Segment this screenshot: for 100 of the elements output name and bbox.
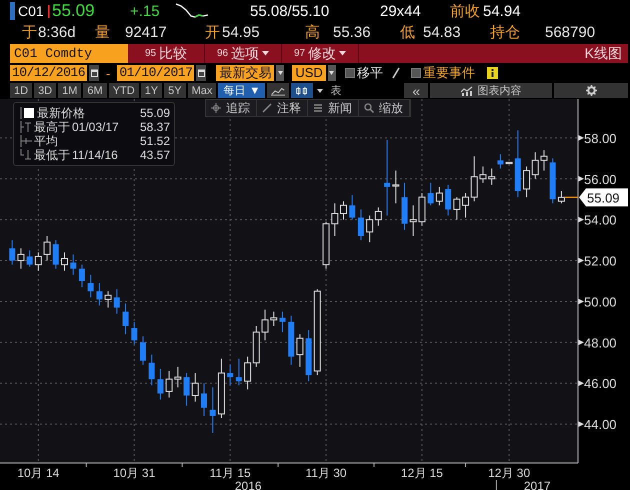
chart-tool-button[interactable]: 注释 xyxy=(257,100,308,116)
candlestick xyxy=(148,354,155,386)
dropdown-button[interactable] xyxy=(328,65,336,81)
chart-tool-button[interactable]: 新闻 xyxy=(308,100,359,116)
chart-tool-button[interactable]: 追踪 xyxy=(206,100,257,116)
function-title: K线图 xyxy=(584,44,622,62)
candlestick xyxy=(436,186,443,206)
axis-label: 58.00 xyxy=(584,130,617,146)
square-icon xyxy=(18,107,35,119)
candlestick xyxy=(52,240,59,270)
period-button[interactable]: 1M xyxy=(58,83,82,98)
period-button[interactable]: 1D xyxy=(10,83,32,98)
field-value: 92417 xyxy=(125,24,167,41)
low-marker-icon xyxy=(18,149,32,161)
candlestick xyxy=(122,303,129,335)
candlestick xyxy=(402,182,408,230)
legend-date: 11/14/16 xyxy=(72,148,118,162)
axis-label: 11月 15 xyxy=(210,466,251,480)
menu-button[interactable]: 97 修改 xyxy=(282,44,359,63)
year-label: 2017 xyxy=(524,479,551,490)
price-source-dropdown[interactable]: 最新交易 xyxy=(216,65,274,81)
candlestick xyxy=(61,252,68,272)
menu-button[interactable]: 95 比较 xyxy=(128,44,205,63)
candlestick xyxy=(358,208,364,241)
field-label: 持仓 xyxy=(490,23,520,42)
candlestick xyxy=(540,150,548,172)
frequency-dropdown[interactable]: 每日 ▼ xyxy=(218,83,266,98)
candlestick xyxy=(210,386,216,434)
candlestick xyxy=(296,334,304,368)
checkbox-label: 移平 xyxy=(356,64,383,82)
field-value: 54.94 xyxy=(483,2,521,20)
candlestick xyxy=(192,372,199,402)
candlestick xyxy=(96,282,102,306)
candlestick xyxy=(453,196,460,220)
field-label: 量 xyxy=(95,23,110,42)
candlestick xyxy=(227,364,234,386)
candlestick xyxy=(514,130,521,198)
candlestick xyxy=(70,254,76,276)
pencil-icon[interactable] xyxy=(390,67,401,79)
chart-type-button[interactable] xyxy=(267,83,290,98)
chart-type-button[interactable] xyxy=(291,83,314,98)
year-label: 2016 xyxy=(234,479,262,490)
candlestick-icon xyxy=(295,84,310,96)
candlestick xyxy=(550,158,556,204)
candlestick xyxy=(131,321,138,345)
candlestick xyxy=(114,288,120,314)
price-change: +.15 xyxy=(130,2,160,20)
axis-label: 10月 31 xyxy=(113,466,156,480)
high-marker-icon xyxy=(18,121,32,133)
chart-contents-button[interactable]: 图表内容 xyxy=(430,83,552,98)
candlestick xyxy=(306,330,312,382)
candlestick xyxy=(26,250,33,268)
field-label: 低 xyxy=(400,23,415,42)
period-button[interactable]: 5Y xyxy=(164,83,186,98)
period-button[interactable]: YTD xyxy=(108,83,139,98)
field-label: 开 xyxy=(205,23,220,42)
candlestick xyxy=(506,162,513,164)
legend-value: 51.52 xyxy=(140,134,170,148)
candlestick xyxy=(88,274,94,298)
field-label: 于 xyxy=(22,23,37,42)
chart-tool-button[interactable]: 缩放 xyxy=(359,100,410,116)
status-marker xyxy=(10,2,15,20)
average-marker-icon xyxy=(18,135,32,147)
checkbox[interactable] xyxy=(410,68,421,78)
period-button[interactable]: Max xyxy=(188,83,216,98)
axis-label: 48.00 xyxy=(584,335,617,350)
candlestick xyxy=(349,194,356,220)
tick-mark-icon xyxy=(47,3,51,19)
legend-value: 58.37 xyxy=(140,120,170,134)
axis-label: 56.00 xyxy=(584,172,617,187)
candlestick xyxy=(140,336,146,366)
legend-label: 平均 xyxy=(34,133,58,150)
search-icon xyxy=(364,103,374,113)
candlestick xyxy=(497,154,504,170)
end-date-field[interactable]: 01/10/2017 xyxy=(117,65,194,81)
calendar-button[interactable] xyxy=(196,65,206,81)
candlestick xyxy=(201,382,207,416)
settings-button[interactable] xyxy=(554,83,628,98)
dropdown-button[interactable] xyxy=(276,65,284,81)
period-button[interactable]: 1Y xyxy=(140,83,162,98)
info-icon[interactable] xyxy=(486,67,498,79)
security-field[interactable]: C01 Comdty xyxy=(10,44,128,63)
candlestick xyxy=(279,311,286,333)
calendar-button[interactable] xyxy=(89,65,100,81)
menu-button[interactable]: 96 选项 xyxy=(205,44,282,63)
field-value: 568790 xyxy=(545,24,596,41)
checkbox[interactable] xyxy=(344,68,355,78)
candlestick xyxy=(157,368,164,400)
calendar-icon xyxy=(198,69,205,77)
start-date-field[interactable]: 10/12/2016 xyxy=(10,65,88,81)
legend-label: 最高于 xyxy=(34,119,70,135)
collapse-button[interactable]: « xyxy=(404,83,428,98)
period-button[interactable]: 6M xyxy=(83,83,107,98)
candlestick xyxy=(558,190,565,204)
currency-dropdown[interactable]: USD xyxy=(292,65,326,81)
candlestick xyxy=(9,240,16,266)
news-icon xyxy=(313,103,323,113)
period-button[interactable]: 3D xyxy=(34,83,56,98)
candlestick xyxy=(34,252,42,272)
axis-label: 12月 30 xyxy=(488,466,530,480)
